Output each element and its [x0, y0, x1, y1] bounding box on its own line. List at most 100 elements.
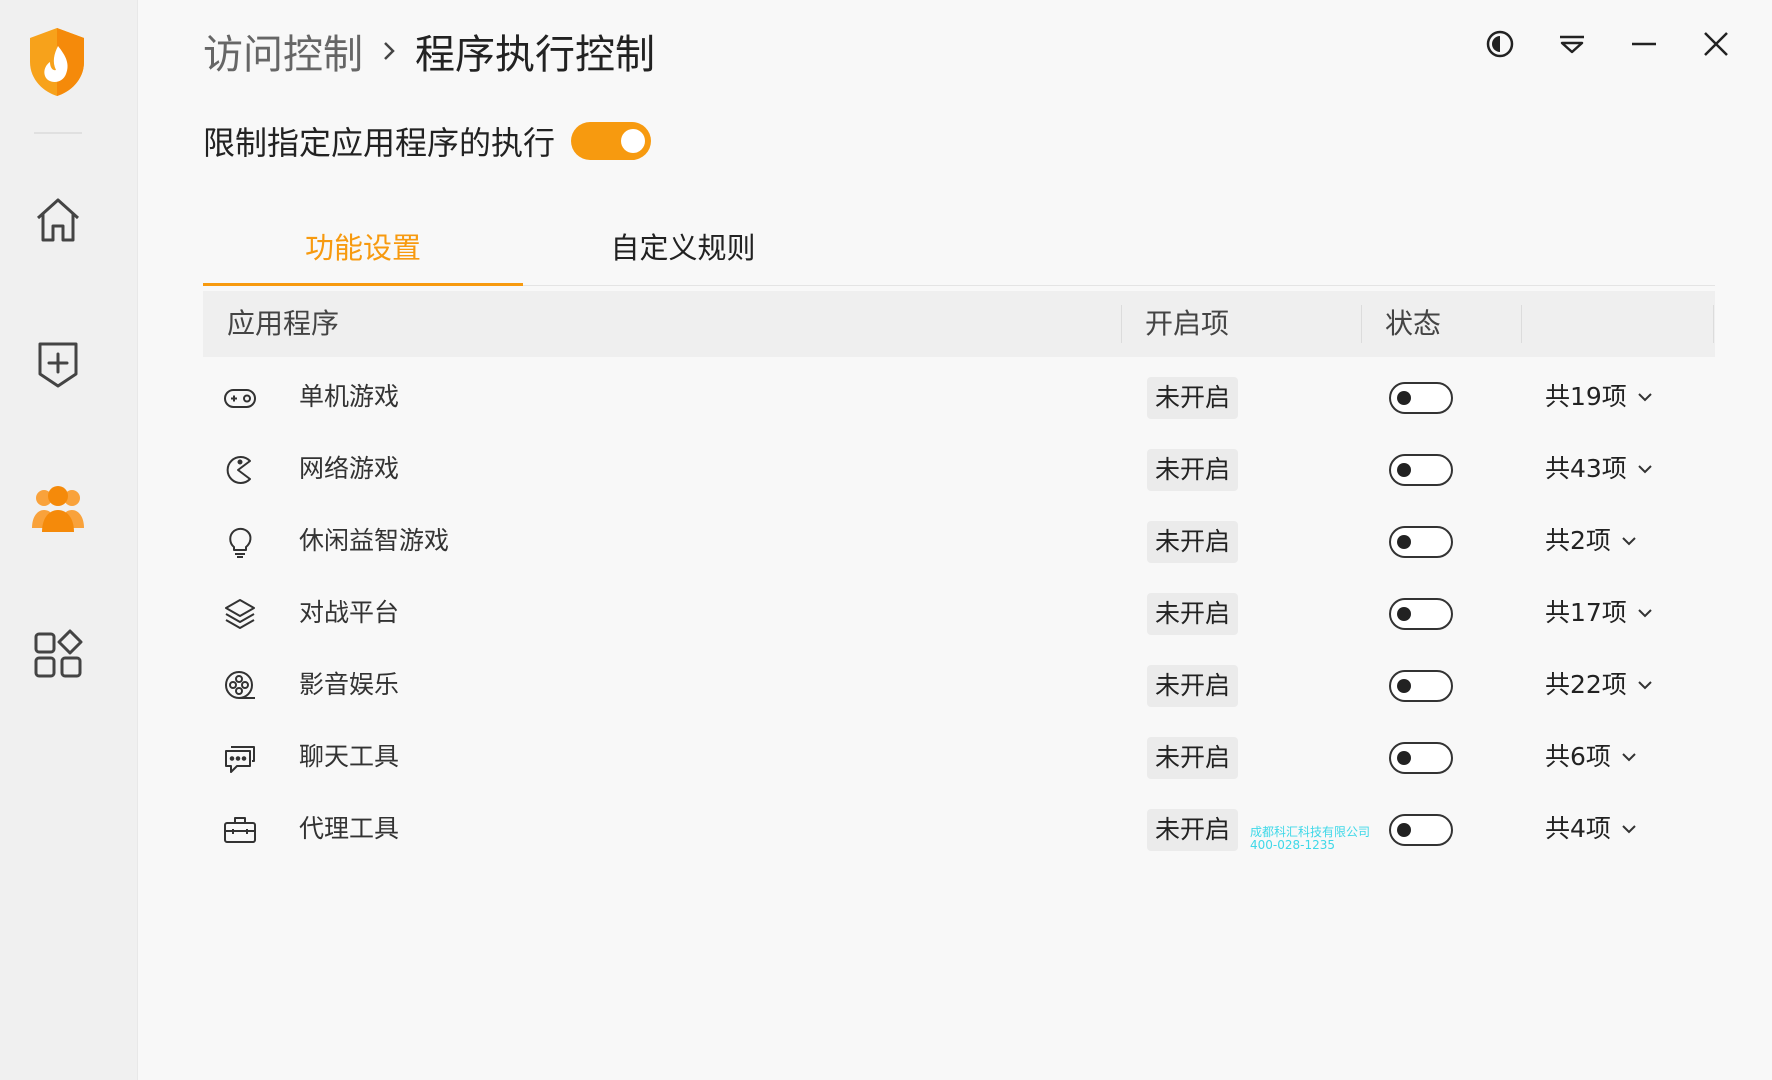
- row-app-name: 代理工具: [299, 814, 400, 843]
- minimize-button[interactable]: [1628, 28, 1660, 60]
- breadcrumb: 访问控制 程序执行控制: [203, 22, 655, 80]
- gamepad-icon: [224, 389, 256, 408]
- table-row: 休闲益智游戏 未开启 共2项: [203, 505, 1715, 577]
- item-count: 共22项: [1545, 670, 1627, 699]
- status-badge: 未开启: [1147, 809, 1239, 851]
- master-toggle-row: 限制指定应用程序的执行: [203, 118, 652, 164]
- lightbulb-icon: [229, 527, 252, 558]
- contrast-icon: [1486, 30, 1514, 58]
- column-divider: [1521, 305, 1522, 343]
- watermark-phone: 400-028-1235: [1250, 838, 1336, 852]
- users-icon: [32, 486, 84, 532]
- table-header: 应用程序 开启项 状态: [203, 291, 1715, 357]
- row-app-name: 网络游戏: [299, 454, 400, 483]
- toggle-knob: [1397, 535, 1411, 549]
- row-app-name: 聊天工具: [299, 742, 400, 771]
- close-button[interactable]: [1700, 28, 1732, 60]
- status-badge: 未开启: [1147, 665, 1239, 707]
- item-count-dropdown[interactable]: 共4项: [1545, 793, 1637, 865]
- window-controls: [1484, 28, 1732, 60]
- toggle-knob: [1397, 463, 1411, 477]
- toggle-knob: [1397, 679, 1411, 693]
- chevron-down-icon: [1622, 825, 1636, 834]
- sidebar-item-protection[interactable]: [26, 332, 90, 396]
- minimize-icon: [1632, 42, 1656, 46]
- item-count: 共4项: [1545, 814, 1611, 843]
- item-count-dropdown[interactable]: 共17项: [1545, 577, 1653, 649]
- master-toggle[interactable]: [571, 122, 652, 160]
- item-count-dropdown[interactable]: 共6项: [1545, 721, 1637, 793]
- column-divider: [1361, 305, 1362, 343]
- sidebar: [0, 0, 138, 1080]
- item-count-dropdown[interactable]: 共43项: [1545, 433, 1653, 505]
- status-badge: 未开启: [1147, 593, 1239, 635]
- theme-button[interactable]: [1484, 28, 1516, 60]
- tab-custom-rules[interactable]: 自定义规则: [523, 214, 843, 286]
- row-app-name: 对战平台: [299, 598, 400, 627]
- item-count-dropdown[interactable]: 共2项: [1545, 505, 1637, 577]
- column-divider: [1713, 305, 1714, 343]
- chevron-right-icon: [381, 39, 397, 63]
- row-toggle[interactable]: [1389, 454, 1453, 486]
- toggle-knob: [1397, 823, 1411, 837]
- sidebar-item-access-control[interactable]: [26, 476, 90, 540]
- row-app-name: 休闲益智游戏: [299, 526, 450, 555]
- row-toggle[interactable]: [1389, 598, 1453, 630]
- row-app-name: 单机游戏: [299, 382, 400, 411]
- item-count: 共43项: [1545, 454, 1627, 483]
- chevron-down-icon: [1638, 681, 1652, 690]
- menu-button[interactable]: [1556, 28, 1588, 60]
- table-row: 对战平台 未开启 共17项: [203, 577, 1715, 649]
- tab-bar: 功能设置 自定义规则: [203, 214, 1715, 286]
- tab-feature-settings[interactable]: 功能设置: [203, 214, 523, 286]
- sidebar-item-apps[interactable]: [26, 622, 90, 686]
- home-icon: [36, 198, 80, 242]
- chevron-down-icon: [1638, 465, 1652, 474]
- table-row: 单机游戏 未开启 共19项: [203, 361, 1715, 433]
- item-count: 共19项: [1545, 382, 1627, 411]
- sidebar-divider: [34, 132, 82, 134]
- table-row: 代理工具 未开启 共4项: [203, 793, 1715, 865]
- status-badge: 未开启: [1147, 521, 1239, 563]
- status-badge: 未开启: [1147, 377, 1239, 419]
- table-row: 网络游戏 未开启 共43项: [203, 433, 1715, 505]
- toggle-knob: [1397, 391, 1411, 405]
- column-divider: [1121, 305, 1122, 343]
- row-toggle[interactable]: [1389, 382, 1453, 414]
- column-header-app: 应用程序: [227, 307, 340, 340]
- chat-icon: [225, 746, 255, 773]
- layers-icon: [225, 599, 255, 629]
- row-toggle[interactable]: [1389, 814, 1453, 846]
- table-row: 聊天工具 未开启 共6项: [203, 721, 1715, 793]
- toggle-knob: [1397, 607, 1411, 621]
- item-count-dropdown[interactable]: 共19项: [1545, 361, 1653, 433]
- chevron-down-icon: [1638, 393, 1652, 402]
- item-count-dropdown[interactable]: 共22项: [1545, 649, 1653, 721]
- master-toggle-label: 限制指定应用程序的执行: [203, 124, 556, 162]
- apps-grid-icon: [34, 629, 83, 678]
- shield-plus-icon: [38, 342, 78, 388]
- watermark: 成都科汇科技有限公司 400-028-1235: [1250, 826, 1370, 852]
- status-badge: 未开启: [1147, 449, 1239, 491]
- app-logo: [26, 26, 88, 98]
- chevron-down-icon: [1622, 537, 1636, 546]
- chevron-down-icon: [1638, 609, 1652, 618]
- toolbox-icon: [224, 817, 256, 843]
- sidebar-item-home[interactable]: [26, 188, 90, 252]
- item-count: 共2项: [1545, 526, 1611, 555]
- dropdown-menu-icon: [1560, 35, 1584, 54]
- toggle-knob: [1397, 751, 1411, 765]
- page-title: 程序执行控制: [415, 32, 655, 78]
- film-reel-icon: [225, 671, 255, 699]
- row-toggle[interactable]: [1389, 670, 1453, 702]
- row-app-name: 影音娱乐: [299, 670, 400, 699]
- status-badge: 未开启: [1147, 737, 1239, 779]
- pacman-icon: [226, 456, 251, 484]
- row-toggle[interactable]: [1389, 526, 1453, 558]
- column-header-enabled-items: 开启项: [1145, 307, 1230, 340]
- breadcrumb-parent[interactable]: 访问控制: [203, 22, 363, 80]
- item-count: 共6项: [1545, 742, 1611, 771]
- row-toggle[interactable]: [1389, 742, 1453, 774]
- table-row: 影音娱乐 未开启 共22项: [203, 649, 1715, 721]
- chevron-down-icon: [1622, 753, 1636, 762]
